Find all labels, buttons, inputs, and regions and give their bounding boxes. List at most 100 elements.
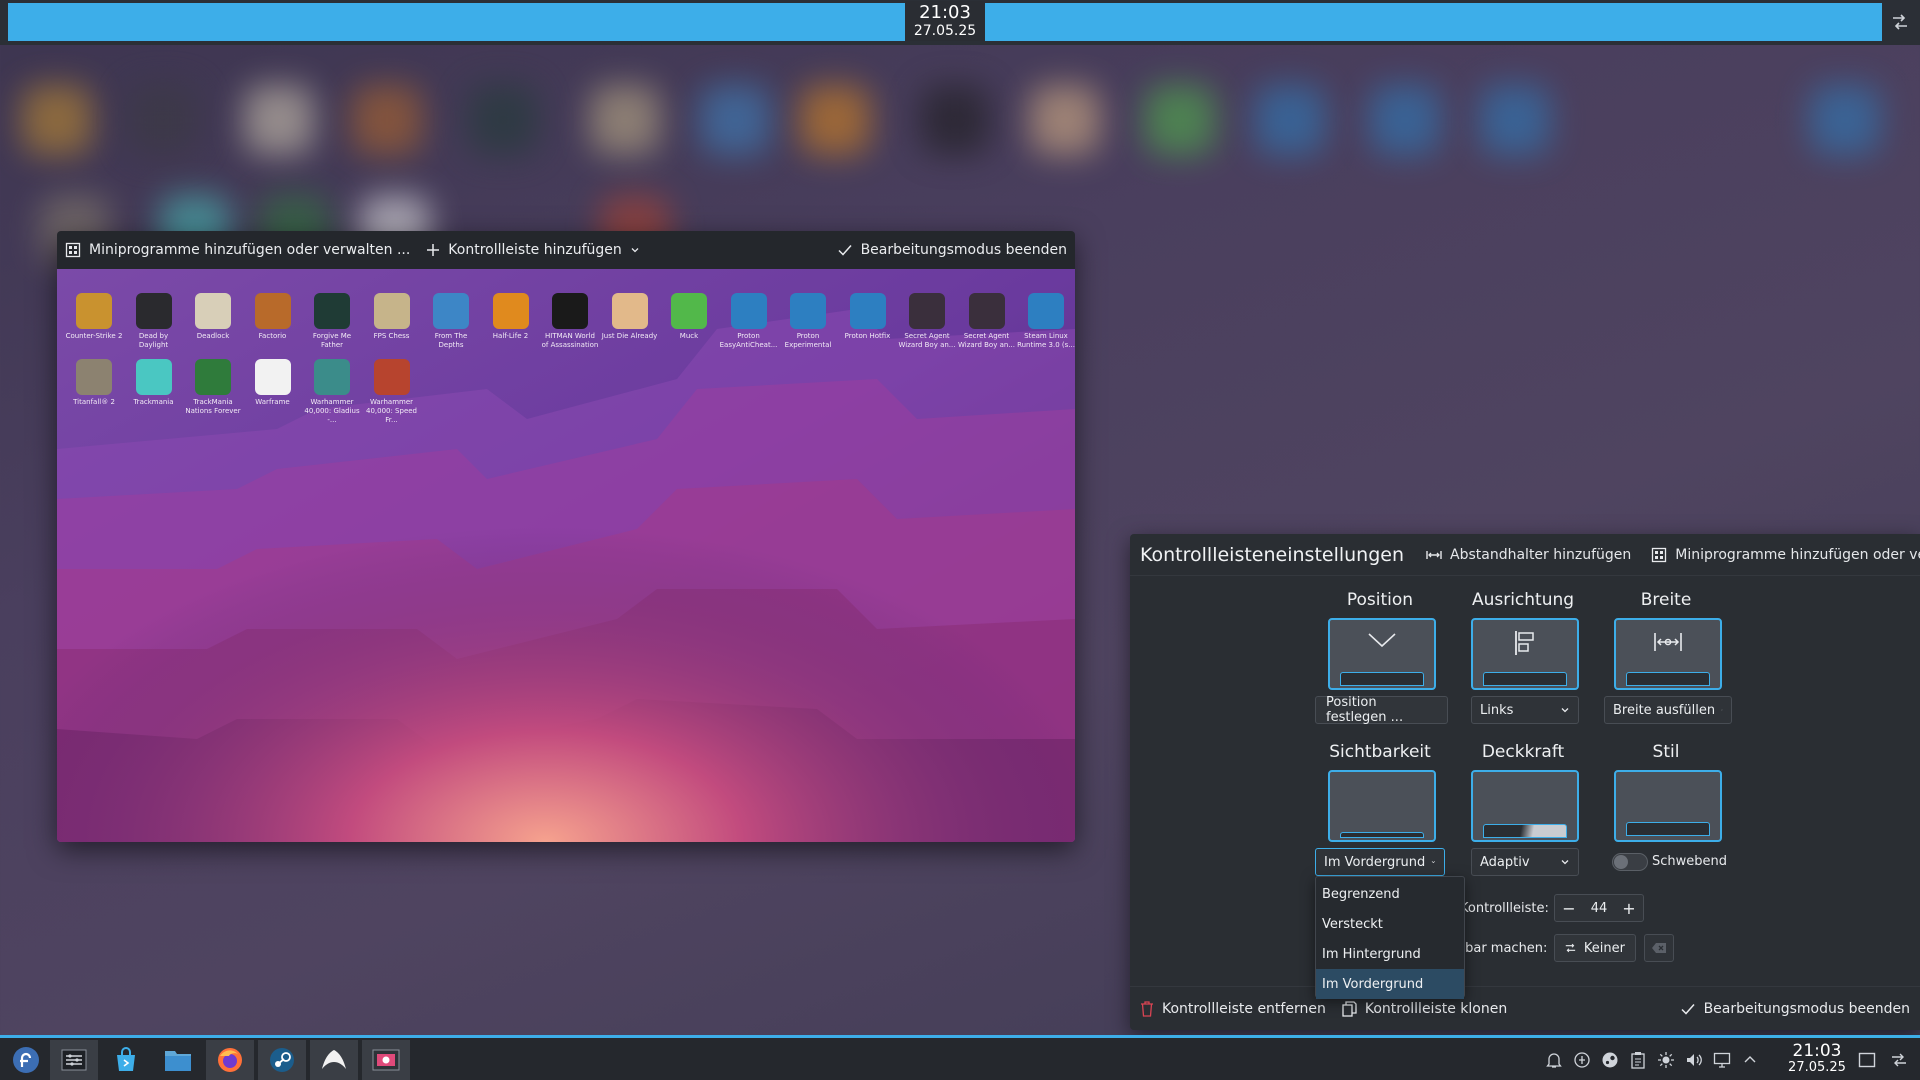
- desktop-icon[interactable]: TrackMania Nations Forever: [184, 359, 242, 416]
- opacity-tile[interactable]: [1471, 770, 1579, 842]
- top-panel-left-area: [8, 3, 905, 41]
- desktop-icon-label: Steam Linux Runtime 3.0 (s...: [1017, 332, 1075, 349]
- desktop-icon[interactable]: Factorio: [244, 293, 302, 341]
- desktop-icon[interactable]: From The Depths: [422, 293, 480, 350]
- fedora-launcher-icon[interactable]: [2, 1040, 50, 1080]
- chevron-down-icon: [1432, 861, 1436, 864]
- firefox-icon[interactable]: [206, 1040, 254, 1080]
- alignment-select[interactable]: Links: [1471, 696, 1579, 724]
- top-clock[interactable]: 21:03 27.05.25: [905, 1, 985, 41]
- desktop-icon[interactable]: Counter-Strike 2: [65, 293, 123, 341]
- floating-toggle[interactable]: [1612, 853, 1648, 871]
- visibility-option-im-vordergrund[interactable]: Im Vordergrund: [1316, 969, 1464, 999]
- clone-panel-button[interactable]: Kontrollleiste klonen: [1342, 1001, 1507, 1017]
- align-left-icon: [1515, 631, 1534, 655]
- desktop-icon-label: Secret Agent Wizard Boy an...: [898, 332, 956, 349]
- app-icon: [314, 359, 350, 395]
- panel-config-icon[interactable]: [1890, 12, 1910, 32]
- panel-height-stepper[interactable]: − 44 +: [1554, 894, 1644, 922]
- exit-edit-mode-button[interactable]: Bearbeitungsmodus beenden: [837, 242, 1067, 258]
- manage-widgets-label: Miniprogramme hinzufügen oder verwalten …: [89, 242, 411, 258]
- top-clock-date: 27.05.25: [913, 23, 977, 39]
- visibility-option-versteckt[interactable]: Versteckt: [1316, 909, 1464, 939]
- position-tile[interactable]: [1328, 618, 1436, 690]
- discover-icon[interactable]: [102, 1040, 150, 1080]
- file-manager-icon[interactable]: [154, 1040, 202, 1080]
- add-spacer-button[interactable]: Abstandhalter hinzufügen: [1426, 547, 1631, 563]
- notifications-icon[interactable]: [1540, 1046, 1568, 1074]
- brightness-icon[interactable]: [1652, 1046, 1680, 1074]
- expand-tray-icon[interactable]: [1736, 1046, 1764, 1074]
- desktop-icon[interactable]: Just Die Already: [601, 293, 659, 341]
- shortcut-button[interactable]: Keiner: [1554, 934, 1636, 962]
- manage-widgets-dialog-button[interactable]: Miniprogramme hinzufügen oder verwalten …: [1651, 547, 1920, 563]
- exit-edit-mode-footer-button[interactable]: Bearbeitungsmodus beenden: [1680, 1001, 1910, 1017]
- desktop-icon[interactable]: Secret Agent Wizard Boy an...: [898, 293, 956, 350]
- clipboard-icon[interactable]: [1624, 1046, 1652, 1074]
- app-icon: [135, 293, 172, 329]
- panel-settings-icon[interactable]: [50, 1040, 98, 1080]
- desktop-icon[interactable]: Proton Experimental: [779, 293, 837, 350]
- app-icon: [135, 359, 172, 395]
- desktop-icon[interactable]: Dead by Daylight: [125, 293, 183, 350]
- desktop-icon-label: Trackmania: [133, 398, 174, 406]
- desktop-icon[interactable]: Warhammer 40,000: Speed Fr...: [363, 359, 421, 425]
- remove-panel-button[interactable]: Kontrollleiste entfernen: [1140, 1001, 1326, 1017]
- desktop-icon[interactable]: Warhammer 40,000: Gladius -...: [303, 359, 361, 425]
- network-icon[interactable]: [1568, 1046, 1596, 1074]
- desktop-icon[interactable]: Half-Life 2: [482, 293, 540, 341]
- desktop-icon[interactable]: Titanfall® 2: [65, 359, 123, 407]
- desktop-icon-label: Proton Hotfix: [844, 332, 891, 340]
- desktop-icon[interactable]: Steam Linux Runtime 3.0 (s...: [1017, 293, 1075, 350]
- clear-shortcut-button[interactable]: [1644, 934, 1674, 962]
- show-desktop-icon[interactable]: [1852, 1040, 1882, 1080]
- alignment-tile[interactable]: [1471, 618, 1579, 690]
- increase-height-button[interactable]: +: [1615, 895, 1643, 921]
- visibility-tile[interactable]: [1328, 770, 1436, 842]
- taskbar-config-icon[interactable]: [1884, 1040, 1914, 1080]
- set-position-button[interactable]: Position festlegen ...: [1315, 695, 1448, 725]
- display-icon[interactable]: [1708, 1046, 1736, 1074]
- style-tile[interactable]: [1614, 770, 1722, 842]
- add-panel-button[interactable]: Kontrollleiste hinzufügen: [426, 242, 639, 258]
- opacity-select[interactable]: Adaptiv: [1471, 848, 1579, 876]
- desktop-icon-label: Warhammer 40,000: Gladius -...: [304, 398, 360, 424]
- fill-width-icon: [1654, 633, 1682, 651]
- desktop-icon[interactable]: Proton EasyAntiCheat...: [720, 293, 778, 350]
- width-select[interactable]: Breite ausfüllen: [1604, 696, 1732, 724]
- desktop-icon[interactable]: FPS Chess: [363, 293, 421, 341]
- add-spacer-label: Abstandhalter hinzufügen: [1450, 546, 1632, 563]
- app-icon: [968, 293, 1005, 329]
- top-panel: 21:03 27.05.25: [0, 0, 1920, 45]
- desktop-icon[interactable]: Proton Hotfix: [839, 293, 897, 341]
- volume-icon[interactable]: [1680, 1046, 1708, 1074]
- visibility-option-begrenzend[interactable]: Begrenzend: [1316, 879, 1464, 909]
- dialog-title: Kontrollleisteneinstellungen: [1140, 543, 1405, 566]
- app-icon: [195, 359, 231, 395]
- desktop-icon[interactable]: HITMAN World of Assassination: [541, 293, 599, 350]
- taskbar-clock[interactable]: 21:03 27.05.25: [1788, 1042, 1846, 1075]
- screenshot-tool-icon[interactable]: [362, 1040, 410, 1080]
- warframe-icon[interactable]: [310, 1040, 358, 1080]
- widgets-icon: [1652, 547, 1667, 562]
- clone-panel-label: Kontrollleiste klonen: [1364, 1000, 1508, 1017]
- desktop-icon[interactable]: Trackmania: [125, 359, 183, 407]
- desktop-icon[interactable]: Muck: [660, 293, 718, 341]
- dialog-header: Kontrollleisteneinstellungen Abstandhalt…: [1130, 534, 1920, 576]
- steam-icon[interactable]: [258, 1040, 306, 1080]
- desktop-icon[interactable]: Secret Agent Wizard Boy an...: [958, 293, 1016, 350]
- decrease-height-button[interactable]: −: [1555, 895, 1583, 921]
- desktop-icon[interactable]: Deadlock: [184, 293, 242, 341]
- manage-widgets-button[interactable]: Miniprogramme hinzufügen oder verwalten …: [65, 242, 410, 258]
- desktop-icon-label: Half-Life 2: [492, 332, 529, 340]
- visibility-select[interactable]: Im Vordergrund: [1315, 848, 1445, 876]
- app-icon: [849, 293, 886, 329]
- desktop-icon[interactable]: Warframe: [244, 359, 302, 407]
- visibility-option-im-hintergrund[interactable]: Im Hintergrund: [1316, 939, 1464, 969]
- app-icon: [314, 293, 350, 329]
- steam-tray-icon[interactable]: [1596, 1046, 1624, 1074]
- width-tile[interactable]: [1614, 618, 1722, 690]
- remove-panel-label: Kontrollleiste entfernen: [1162, 1000, 1326, 1017]
- desktop-icon[interactable]: Forgive Me Father: [303, 293, 361, 350]
- shortcut-icon: [1565, 943, 1576, 953]
